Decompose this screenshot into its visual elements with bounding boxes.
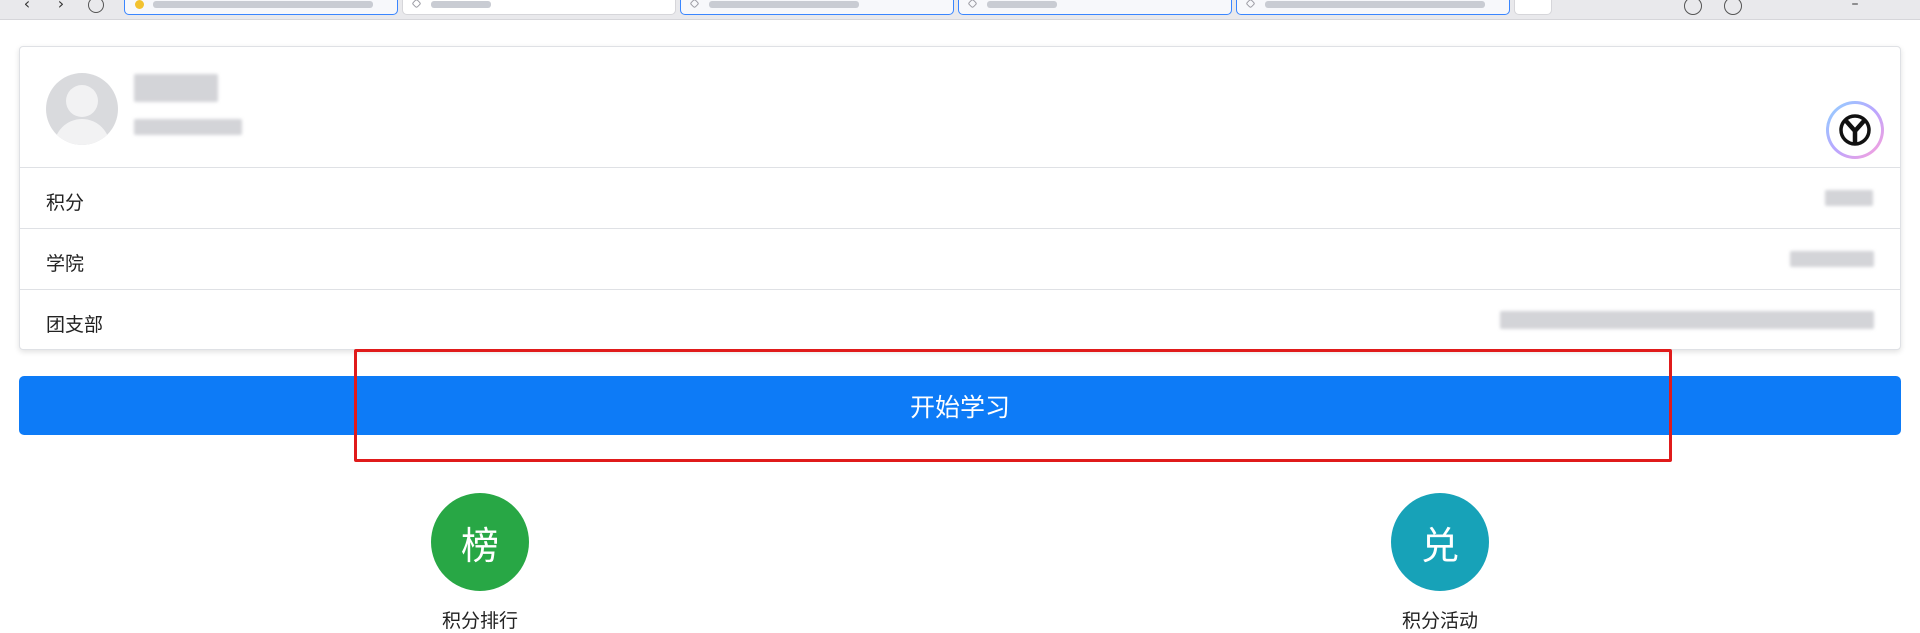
globe-icon[interactable] [1724, 0, 1742, 15]
forward-arrow-icon[interactable]: › [52, 0, 70, 14]
tab-title [987, 1, 1057, 8]
new-tab-button[interactable] [1514, 0, 1552, 15]
row-value [1790, 251, 1874, 267]
row-label: 积分 [46, 192, 85, 214]
redeem-label: 积分活动 [1401, 610, 1478, 632]
minimize-icon[interactable]: – [1846, 0, 1864, 14]
row-label: 学院 [46, 253, 85, 275]
browser-tab[interactable] [124, 0, 398, 15]
user-name [134, 74, 218, 102]
tab-link-icon [967, 0, 978, 9]
ranking-button[interactable]: 榜 [431, 493, 529, 591]
account-icon[interactable] [1684, 0, 1702, 15]
reload-icon[interactable] [88, 0, 104, 13]
profile-card: 积分 学院 团支部 [19, 46, 1901, 350]
info-row-points: 积分 [20, 167, 1900, 228]
tab-favicon-icon [135, 0, 144, 9]
user-subtitle [134, 119, 242, 135]
default-avatar-icon [46, 73, 118, 145]
tab-title [709, 1, 859, 8]
tab-title [153, 1, 373, 8]
row-value [1825, 190, 1873, 206]
browser-tab[interactable] [958, 0, 1232, 15]
tab-title [431, 1, 491, 8]
back-arrow-icon[interactable]: ‹ [18, 0, 36, 14]
info-row-branch: 团支部 [20, 289, 1900, 349]
brand-logo-icon[interactable] [1826, 101, 1884, 159]
tab-link-icon [1245, 0, 1256, 9]
start-learning-button[interactable]: 开始学习 [19, 376, 1901, 435]
browser-tab[interactable] [1236, 0, 1510, 15]
browser-tab-active[interactable] [402, 0, 676, 15]
info-row-college: 学院 [20, 228, 1900, 289]
tab-title [1265, 1, 1485, 8]
row-value [1500, 311, 1874, 329]
row-label: 团支部 [46, 314, 104, 336]
ranking-glyph: 榜 [460, 523, 499, 568]
redeem-glyph: 兑 [1420, 523, 1459, 568]
tab-link-icon [689, 0, 700, 9]
redeem-button[interactable]: 兑 [1391, 493, 1489, 591]
browser-tab[interactable] [680, 0, 954, 15]
browser-tab-strip: ‹ › – [0, 0, 1920, 20]
ranking-label: 积分排行 [441, 610, 518, 632]
tab-link-icon [411, 0, 422, 9]
